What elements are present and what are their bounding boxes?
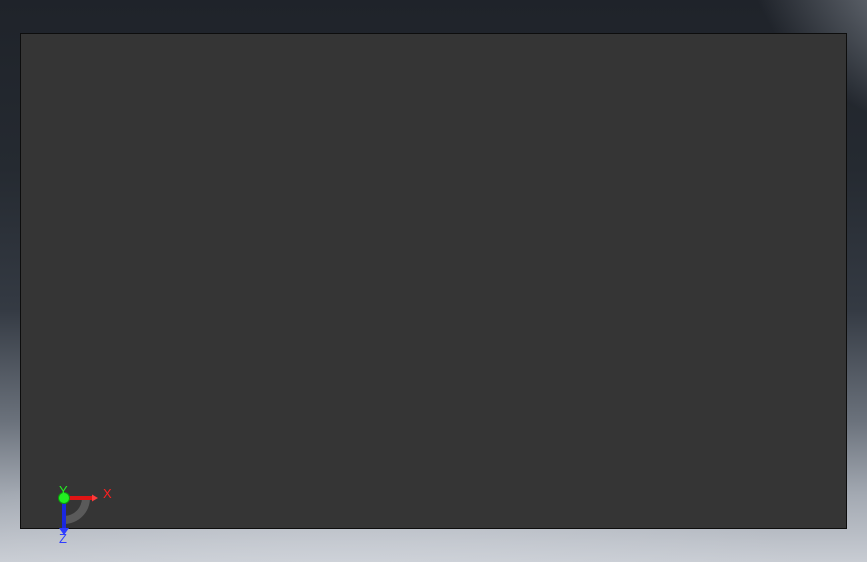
y-axis-label: Y (59, 484, 68, 498)
x-axis-label: X (103, 486, 112, 501)
reference-triad[interactable]: X Y Z (50, 484, 120, 546)
z-axis-label: Z (59, 531, 67, 546)
sketch-plane[interactable] (20, 33, 847, 529)
